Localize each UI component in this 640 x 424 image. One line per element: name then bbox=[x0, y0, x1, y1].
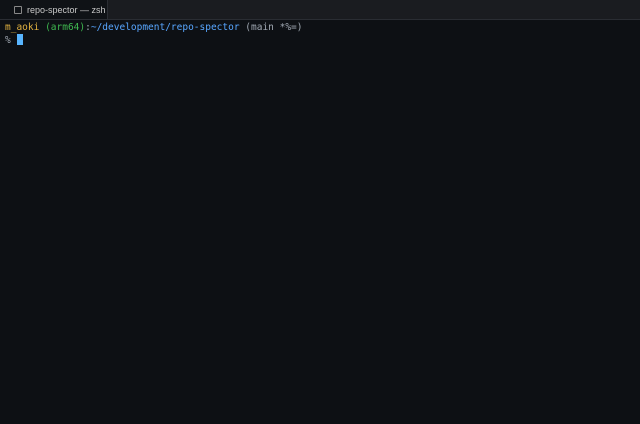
prompt-path: ~/development/repo-spector bbox=[90, 22, 240, 33]
cursor bbox=[16, 34, 23, 45]
input-line[interactable]: % bbox=[5, 34, 635, 47]
prompt-line: m_aoki (arm64):~/development/repo-specto… bbox=[5, 22, 635, 34]
terminal-output[interactable]: m_aoki (arm64):~/development/repo-specto… bbox=[0, 20, 640, 49]
prompt-user: m_aoki bbox=[5, 22, 40, 33]
terminal-icon bbox=[14, 5, 22, 14]
tab-title: repo-spector — zsh bbox=[27, 4, 106, 15]
tab-bar: repo-spector — zsh bbox=[0, 0, 640, 20]
prompt-symbol: % bbox=[5, 35, 11, 46]
tab-terminal[interactable]: repo-spector — zsh bbox=[0, 0, 108, 19]
prompt-arch: (arm64) bbox=[45, 22, 86, 33]
prompt-git-status: (main *%=) bbox=[245, 22, 303, 33]
